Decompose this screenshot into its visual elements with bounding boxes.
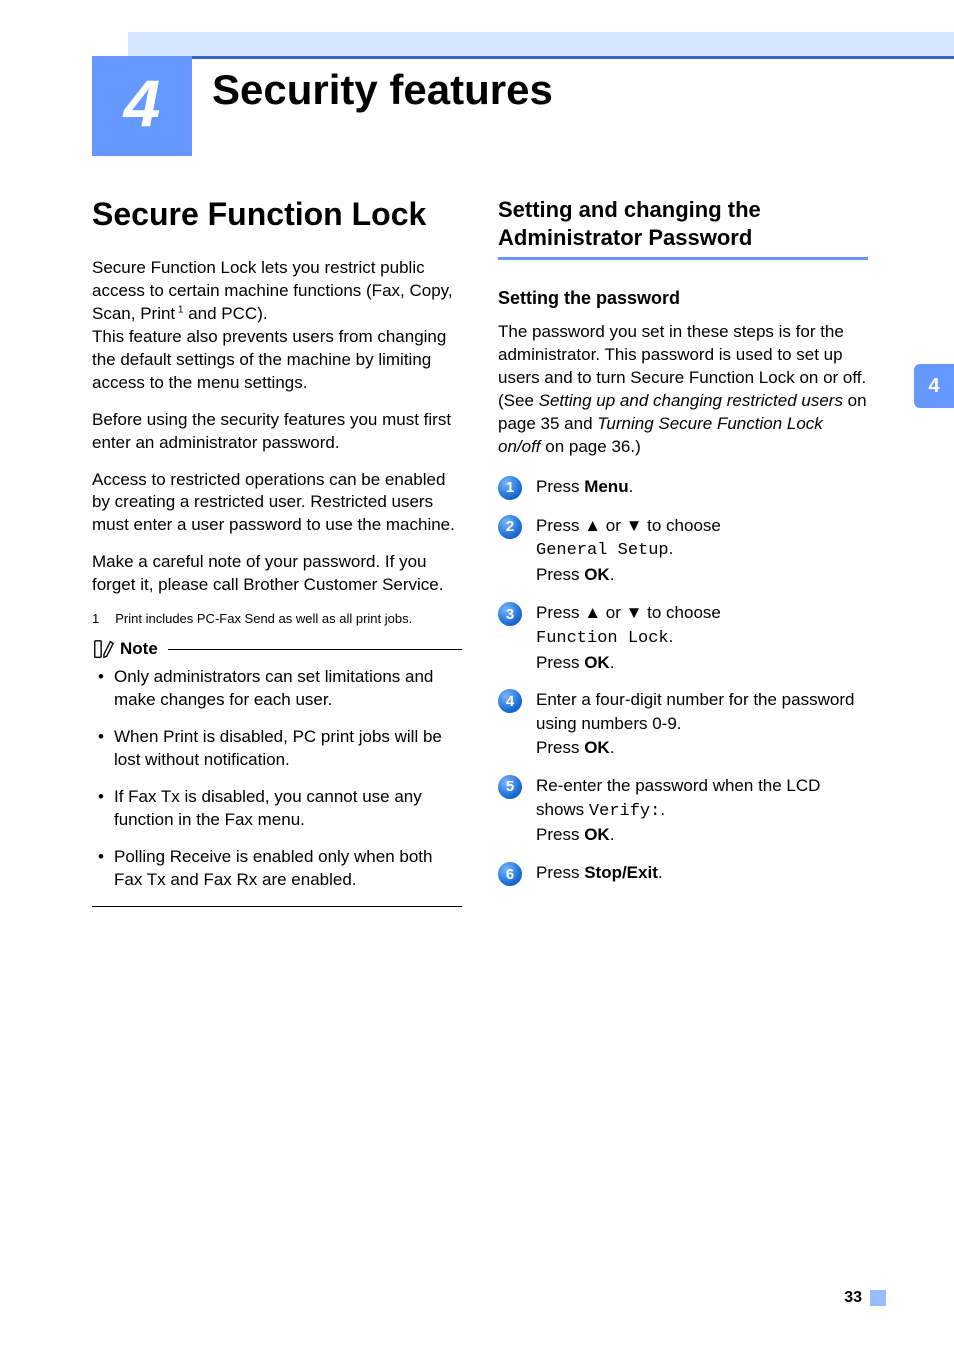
note-header: Note xyxy=(92,638,462,660)
subsection-heading: Setting and changing the Administrator P… xyxy=(498,196,868,251)
note-label: Note xyxy=(120,639,158,659)
list-item: Only administrators can set limitations … xyxy=(96,666,458,712)
step-item: 4 Enter a four-digit number for the pass… xyxy=(498,688,868,759)
step-text: Press Menu. xyxy=(536,475,868,500)
step-item: 1 Press Menu. xyxy=(498,475,868,500)
section-heading: Secure Function Lock xyxy=(92,196,462,233)
side-tab: 4 xyxy=(914,364,954,408)
note-bottom-rule xyxy=(92,906,462,907)
left-column: Secure Function Lock Secure Function Loc… xyxy=(92,196,462,907)
page-number: 33 xyxy=(844,1289,862,1307)
chapter-title: Security features xyxy=(212,66,553,114)
right-column: Setting and changing the Administrator P… xyxy=(498,196,868,907)
footnote: 1 Print includes PC-Fax Send as well as … xyxy=(92,611,462,626)
step-badge: 3 xyxy=(498,602,522,626)
step-badge: 2 xyxy=(498,515,522,539)
page-marker xyxy=(870,1290,886,1306)
step-badge: 1 xyxy=(498,476,522,500)
header-stripe xyxy=(0,0,954,56)
step-item: 3 Press ▲ or ▼ to choose Function Lock. … xyxy=(498,601,868,674)
list-item: When Print is disabled, PC print jobs wi… xyxy=(96,726,458,772)
step-badge: 5 xyxy=(498,775,522,799)
note-list: Only administrators can set limitations … xyxy=(92,666,462,892)
paragraph: Access to restricted operations can be e… xyxy=(92,469,462,538)
pencil-icon xyxy=(92,638,114,660)
chapter-number: 4 xyxy=(124,65,161,141)
paragraph: Before using the security features you m… xyxy=(92,409,462,455)
step-text: Press ▲ or ▼ to choose Function Lock. Pr… xyxy=(536,601,868,674)
heading-rule xyxy=(498,257,868,260)
paragraph: Make a careful note of your password. If… xyxy=(92,551,462,597)
step-badge: 6 xyxy=(498,862,522,886)
step-text: Press Stop/Exit. xyxy=(536,861,868,886)
footnote-number: 1 xyxy=(92,611,99,626)
paragraph: Secure Function Lock lets you restrict p… xyxy=(92,257,462,395)
subheading: Setting the password xyxy=(498,288,868,309)
list-item: If Fax Tx is disabled, you cannot use an… xyxy=(96,786,458,832)
step-text: Press ▲ or ▼ to choose General Setup. Pr… xyxy=(536,514,868,587)
note-rule xyxy=(168,649,462,650)
superscript-reference: 1 xyxy=(175,304,183,315)
step-item: 2 Press ▲ or ▼ to choose General Setup. … xyxy=(498,514,868,587)
footnote-text: Print includes PC-Fax Send as well as al… xyxy=(115,611,462,626)
paragraph: The password you set in these steps is f… xyxy=(498,321,868,459)
step-text: Enter a four-digit number for the passwo… xyxy=(536,688,868,759)
chapter-number-box: 4 xyxy=(92,56,192,156)
step-badge: 4 xyxy=(498,689,522,713)
step-item: 5 Re-enter the password when the LCD sho… xyxy=(498,774,868,847)
list-item: Polling Receive is enabled only when bot… xyxy=(96,846,458,892)
footer: 33 xyxy=(844,1289,886,1307)
step-item: 6 Press Stop/Exit. xyxy=(498,861,868,886)
step-text: Re-enter the password when the LCD shows… xyxy=(536,774,868,847)
